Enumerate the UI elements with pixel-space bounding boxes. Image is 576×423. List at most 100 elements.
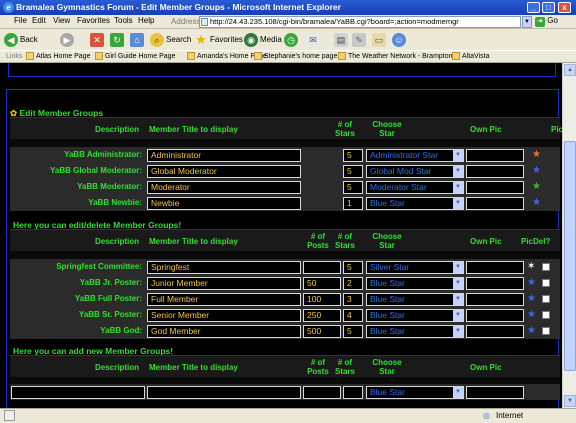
stop-button[interactable]: ✕ — [90, 31, 106, 48]
discuss-button[interactable]: ▭ — [372, 31, 388, 48]
home-button[interactable]: ⌂ — [130, 31, 146, 48]
choose-star-value: Blue Star — [370, 294, 405, 304]
refresh-button[interactable]: ↻ — [110, 31, 126, 48]
minimize-button[interactable]: _ — [527, 2, 540, 13]
address-input[interactable]: http://24.43.235.108/cgi-bin/bramalea/Ya… — [199, 16, 521, 28]
member-title-input[interactable]: Junior Member — [147, 277, 301, 290]
new-description-input[interactable] — [11, 386, 145, 399]
posts-input[interactable]: 100 — [303, 293, 341, 306]
menu-help[interactable]: Help — [138, 16, 154, 25]
picdel-checkbox[interactable] — [542, 279, 550, 287]
new-title-input[interactable] — [147, 386, 301, 399]
menu-edit[interactable]: Edit — [32, 16, 46, 25]
col-own-pic: Own Pic — [470, 363, 502, 372]
choose-star-select[interactable]: Blue Star ▼ — [366, 277, 464, 290]
member-title-input[interactable]: Moderator — [147, 181, 301, 194]
go-button[interactable]: ➜ Go — [535, 16, 558, 27]
choose-star-select[interactable]: Blue Star ▼ — [366, 197, 464, 210]
choose-star-value: Global Mod Star — [370, 166, 432, 176]
address-dropdown-icon[interactable]: ▼ — [522, 16, 532, 28]
favorites-button[interactable]: ★ Favorites — [194, 31, 243, 48]
scroll-down-icon[interactable]: ▼ — [564, 395, 576, 407]
own-pic-input[interactable] — [466, 309, 524, 322]
mail-button[interactable]: ✉ — [306, 31, 322, 48]
stars-input[interactable]: 5 — [343, 261, 363, 274]
link-weather-label: The Weather Network - Brampton — [348, 53, 453, 60]
links-label: Links — [6, 53, 23, 60]
stars-input[interactable]: 2 — [343, 277, 363, 290]
link-weather[interactable]: The Weather Network - Brampton — [338, 51, 453, 63]
choose-star-select[interactable]: Blue Star ▼ — [366, 309, 464, 322]
new-star-value: Blue Star — [370, 387, 405, 397]
messenger-button[interactable]: ☺ — [392, 31, 408, 48]
new-posts-input[interactable] — [303, 386, 341, 399]
posts-input[interactable]: 50 — [303, 277, 341, 290]
print-button[interactable]: ▤ — [334, 31, 350, 48]
member-title-input[interactable]: Newbie — [147, 197, 301, 210]
link-altavista-label: AltaVista — [462, 53, 490, 60]
back-button[interactable]: ◀ Back — [4, 31, 38, 48]
new-star-select[interactable]: Blue Star ▼ — [366, 386, 464, 399]
stars-input[interactable]: 1 — [343, 197, 363, 210]
history-button[interactable]: ◷ — [284, 31, 300, 48]
col-stars: # of Stars — [334, 120, 355, 138]
choose-star-select[interactable]: Administrator Star ▼ — [366, 149, 464, 162]
own-pic-input[interactable] — [466, 261, 524, 274]
own-pic-input[interactable] — [466, 197, 524, 210]
choose-star-select[interactable]: Global Mod Star ▼ — [366, 165, 464, 178]
link-atlas[interactable]: Atlas Home Page — [26, 51, 90, 63]
member-title-input[interactable]: God Member — [147, 325, 301, 338]
new-stars-input[interactable] — [343, 386, 363, 399]
member-title-input[interactable]: Springfest — [147, 261, 301, 274]
forward-button[interactable]: ▶ — [60, 31, 76, 48]
picdel-checkbox[interactable] — [542, 263, 550, 271]
own-pic-input[interactable] — [466, 181, 524, 194]
page-icon — [201, 18, 208, 26]
choose-star-select[interactable]: Moderator Star ▼ — [366, 181, 464, 194]
picdel-checkbox[interactable] — [542, 311, 550, 319]
stars-input[interactable]: 5 — [343, 325, 363, 338]
menu-file[interactable]: File — [14, 16, 27, 25]
link-altavista[interactable]: AltaVista — [452, 51, 490, 63]
member-title-input[interactable]: Senior Member — [147, 309, 301, 322]
stars-input[interactable]: 5 — [343, 165, 363, 178]
choose-star-select[interactable]: Silver Star ▼ — [366, 261, 464, 274]
member-title-input[interactable]: Full Member — [147, 293, 301, 306]
col-stars: # of Stars — [334, 232, 355, 250]
member-title-input[interactable]: Global Moderator — [147, 165, 301, 178]
edit-button[interactable]: ✎ — [352, 31, 368, 48]
stars-input[interactable]: 4 — [343, 309, 363, 322]
choose-star-value: Blue Star — [370, 310, 405, 320]
vertical-scrollbar[interactable]: ▲ ▼ — [562, 63, 576, 408]
menu-favorites[interactable]: Favorites — [77, 16, 110, 25]
picdel-checkbox[interactable] — [542, 327, 550, 335]
choose-star-select[interactable]: Blue Star ▼ — [366, 293, 464, 306]
posts-input[interactable]: 500 — [303, 325, 341, 338]
own-pic-input[interactable] — [466, 277, 524, 290]
link-stephanie[interactable]: Stephanie's home page — [254, 51, 337, 63]
posts-input[interactable]: 250 — [303, 309, 341, 322]
choose-star-select[interactable]: Blue Star ▼ — [366, 325, 464, 338]
close-button[interactable]: x — [558, 2, 571, 13]
link-girl-guide[interactable]: Girl Guide Home Page — [95, 51, 175, 63]
toolbar: ◀ Back ▶ ✕ ↻ ⌂ ⌕ Search ★ Favorites ◉ Media … — [0, 29, 576, 50]
own-pic-input[interactable] — [466, 325, 524, 338]
member-title-input[interactable]: Administrator — [147, 149, 301, 162]
stars-input[interactable]: 5 — [343, 181, 363, 194]
stars-input[interactable]: 3 — [343, 293, 363, 306]
search-button[interactable]: ⌕ Search — [150, 31, 191, 48]
menu-view[interactable]: View — [53, 16, 70, 25]
own-pic-input[interactable] — [466, 149, 524, 162]
new-own-pic-input[interactable] — [466, 386, 524, 399]
scroll-up-icon[interactable]: ▲ — [564, 64, 576, 76]
star-icon: ★ — [527, 309, 536, 320]
posts-input[interactable] — [303, 261, 341, 274]
own-pic-input[interactable] — [466, 165, 524, 178]
scroll-thumb[interactable] — [564, 141, 576, 371]
stars-input[interactable]: 5 — [343, 149, 363, 162]
picdel-checkbox[interactable] — [542, 295, 550, 303]
media-button[interactable]: ◉ Media — [244, 31, 282, 48]
own-pic-input[interactable] — [466, 293, 524, 306]
maximize-button[interactable]: □ — [542, 2, 555, 13]
menu-tools[interactable]: Tools — [114, 16, 133, 25]
